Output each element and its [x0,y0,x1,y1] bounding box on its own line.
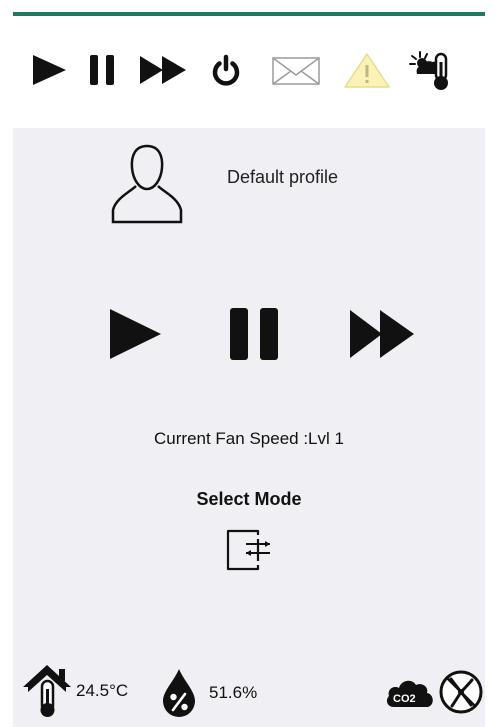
select-mode-label: Select Mode [196,489,302,509]
indoor-temperature-status: 24.5°C [22,662,128,720]
top-toolbar [0,50,498,90]
mode-switch-icon [226,529,270,571]
toolbar-warning-button[interactable] [342,50,392,90]
power-icon [212,54,240,86]
co2-cloud-icon: CO2 [386,680,433,707]
toolbar-fast-forward-button[interactable] [138,50,190,90]
fan-off-icon [439,670,483,714]
pause-button[interactable] [222,304,286,364]
user-icon [111,144,183,224]
header-accent-line [13,12,485,16]
fan-speed-value: Lvl 1 [308,429,344,448]
toolbar-play-button[interactable] [28,50,70,90]
humidity-drop-icon [163,669,195,717]
toolbar-power-button[interactable] [207,50,245,90]
select-mode-button[interactable] [224,525,274,575]
fan-speed-label: Current Fan Speed : [154,429,309,448]
toolbar-weather-button[interactable] [408,50,458,90]
play-button[interactable] [103,304,167,364]
toolbar-mail-button[interactable] [268,50,324,90]
indoor-temperature-value: 24.5°C [76,681,129,700]
fan-speed-status: Current Fan Speed :Lvl 1 [13,429,485,449]
pause-icon [230,308,278,360]
main-panel: Default profile Current Fan Speed :Lvl 1… [13,128,485,727]
pause-icon [90,55,114,85]
status-bar: 24.5°C 51.6% CO2 [13,656,485,722]
warning-icon [344,53,390,88]
play-icon [33,55,66,85]
profile-name[interactable]: Default profile [227,167,338,188]
play-icon [110,309,161,359]
weather-thermometer-icon [409,51,448,90]
co2-label: CO2 [393,693,416,705]
profile-avatar[interactable] [110,142,184,226]
humidity-status: 51.6% [159,664,257,722]
fan-off-status [438,664,484,720]
mail-icon [272,57,320,85]
co2-status: CO2 [384,670,436,716]
toolbar-pause-button[interactable] [84,50,122,90]
fast-forward-icon [140,56,186,84]
humidity-value: 51.6% [209,683,258,702]
house-thermometer-icon [23,665,71,717]
fast-forward-button[interactable] [346,304,418,364]
fast-forward-icon [350,310,414,358]
